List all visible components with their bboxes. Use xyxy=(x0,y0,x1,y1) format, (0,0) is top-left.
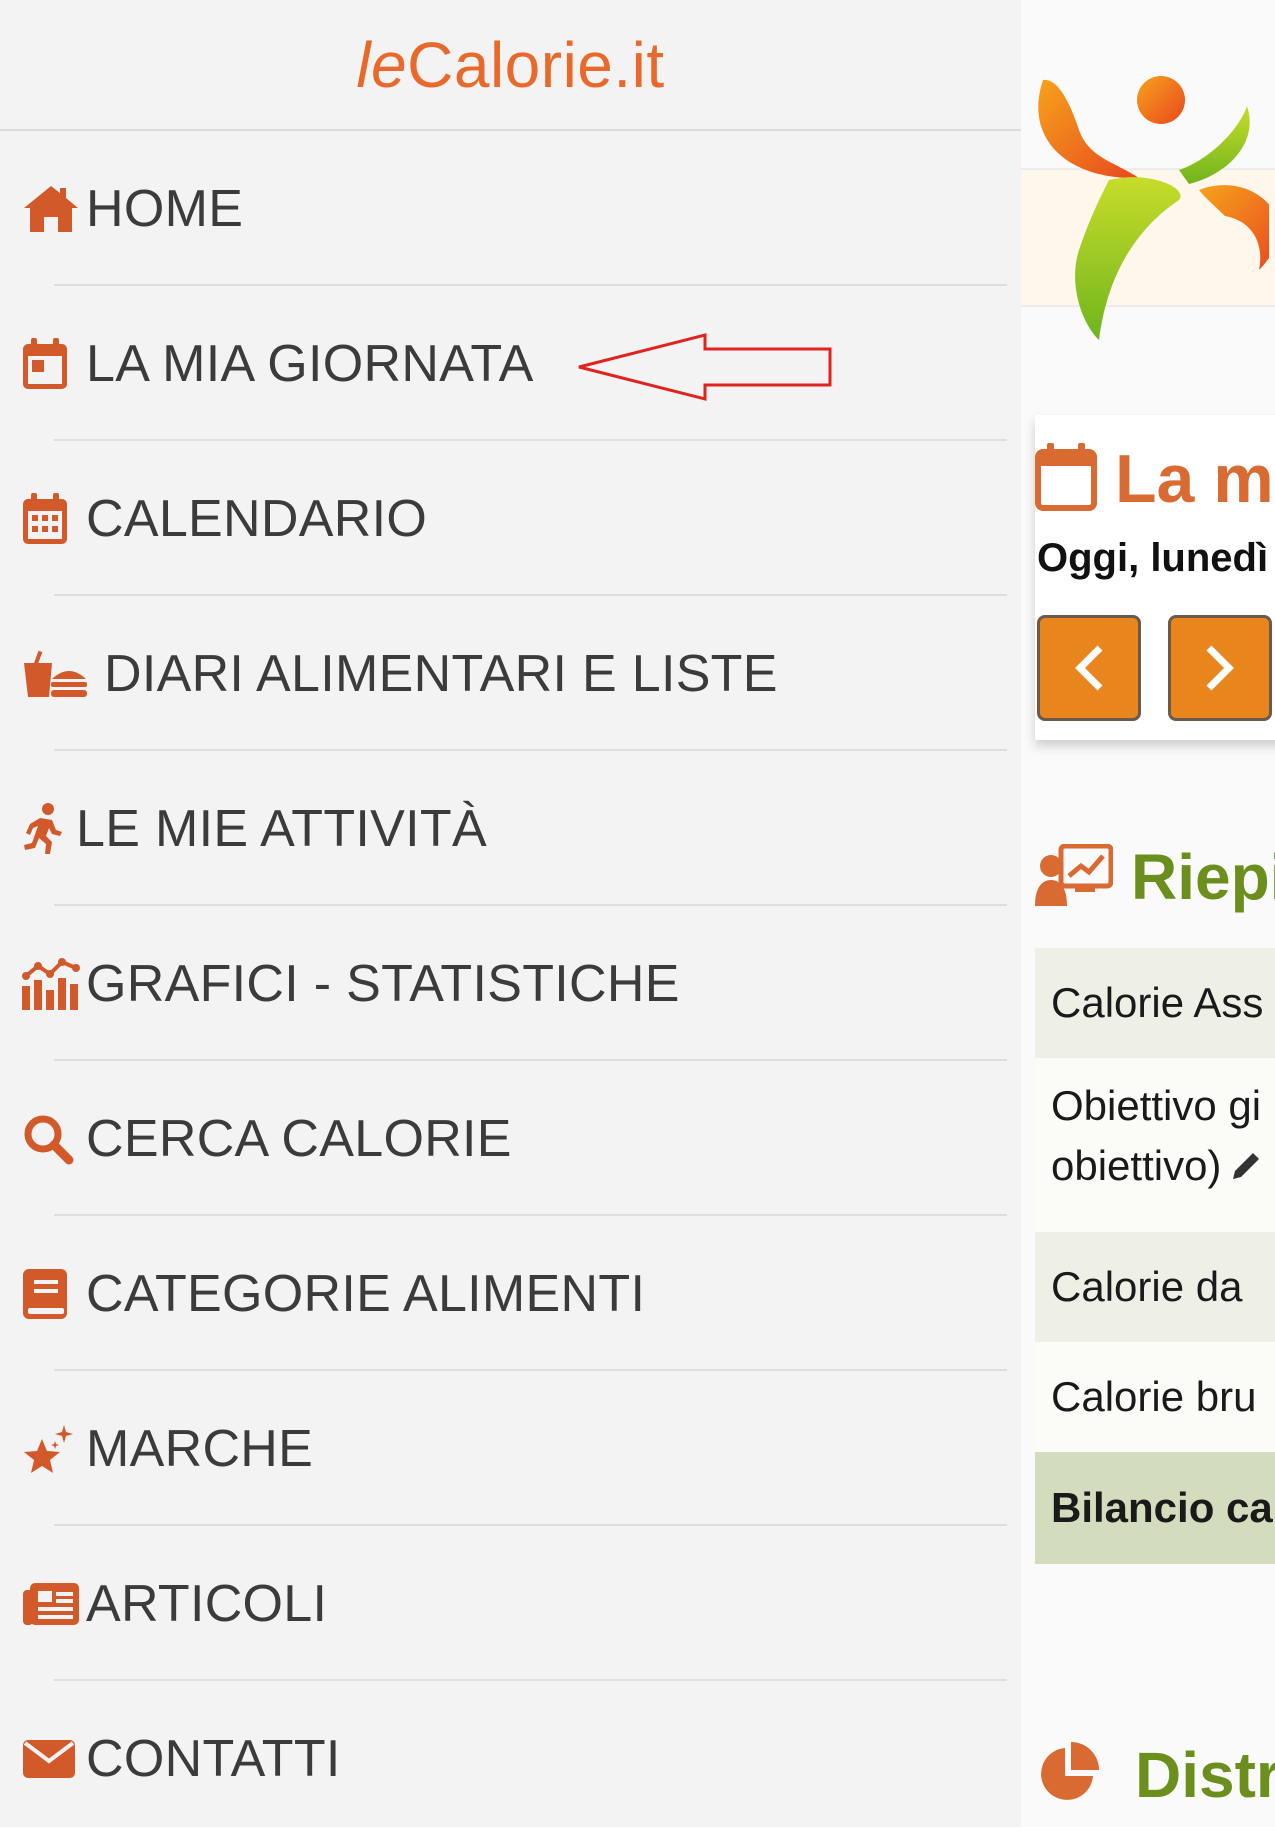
menu-label-categorie-alimenti: CATEGORIE ALIMENTI xyxy=(86,1264,646,1323)
menu-label-home: HOME xyxy=(86,179,244,238)
book-icon xyxy=(22,1264,82,1324)
pencil-edit-icon[interactable] xyxy=(1229,1139,1263,1199)
menu-item-home[interactable]: HOME xyxy=(0,131,1021,286)
menu-item-le-mie-attivita[interactable]: LE MIE ATTIVITÀ xyxy=(0,751,1021,906)
chevron-left-icon xyxy=(1075,645,1103,691)
previous-day-button[interactable] xyxy=(1037,615,1141,721)
menu-item-contatti[interactable]: CONTATTI xyxy=(0,1681,1021,1836)
menu-label-articoli: ARTICOLI xyxy=(86,1574,328,1633)
summary-row-obiettivo-line1: Obiettivo gi xyxy=(1051,1082,1262,1129)
running-icon xyxy=(22,799,72,859)
menu-item-marche[interactable]: MARCHE xyxy=(0,1371,1021,1526)
envelope-icon xyxy=(22,1729,82,1789)
brand-logo-text[interactable]: leCalorie.it xyxy=(356,28,664,102)
search-icon xyxy=(22,1109,82,1169)
summary-table: Calorie Ass Obiettivo gi obiettivo) Calo… xyxy=(1035,948,1275,1564)
brand-header: leCalorie.it xyxy=(0,0,1021,131)
menu-label-calendario: CALENDARIO xyxy=(86,489,428,548)
menu-label-le-mie-attivita: LE MIE ATTIVITÀ xyxy=(76,799,487,858)
menu-item-la-mia-giornata[interactable]: LA MIA GIORNATA xyxy=(0,286,1021,441)
summary-row-obiettivo-line2-wrap: obiettivo) xyxy=(1051,1136,1275,1199)
pie-chart-icon xyxy=(1037,1741,1099,1809)
calendar-outline-icon xyxy=(1035,442,1097,516)
menu-label-cerca-calorie: CERCA CALORIE xyxy=(86,1109,512,1168)
menu-item-calendario[interactable]: CALENDARIO xyxy=(0,441,1021,596)
menu-item-cerca-calorie[interactable]: CERCA CALORIE xyxy=(0,1061,1021,1216)
summary-row-calorie-da: Calorie da xyxy=(1035,1232,1275,1342)
menu-label-la-mia-giornata: LA MIA GIORNATA xyxy=(86,334,534,393)
site-logo xyxy=(1038,76,1269,340)
menu-item-categorie-alimenti[interactable]: CATEGORIE ALIMENTI xyxy=(0,1216,1021,1371)
annotation-arrow xyxy=(578,333,832,401)
summary-row-bilancio: Bilancio ca xyxy=(1035,1452,1275,1564)
summary-row-obiettivo: Obiettivo gi obiettivo) xyxy=(1035,1058,1275,1232)
summary-row-calorie-bruciate: Calorie bru xyxy=(1035,1342,1275,1452)
food-icon xyxy=(22,644,100,704)
distribution-title-text: Distr xyxy=(1135,1739,1275,1811)
main-content: La m Oggi, lunedì Riepi Calorie Ass Obie… xyxy=(1021,0,1275,1827)
navigation-drawer: leCalorie.it HOME LA MIA GIORNATA CALEND… xyxy=(0,0,1021,1827)
chart-icon xyxy=(22,954,82,1014)
page-title: La m xyxy=(1035,440,1274,518)
menu-label-marche: MARCHE xyxy=(86,1419,314,1478)
summary-presentation-icon xyxy=(1035,843,1114,911)
hero-banner xyxy=(1021,0,1275,340)
menu-item-articoli[interactable]: ARTICOLI xyxy=(0,1526,1021,1681)
menu-item-grafici[interactable]: GRAFICI - STATISTICHE xyxy=(0,906,1021,1061)
star-icon xyxy=(22,1419,82,1479)
menu-label-grafici: GRAFICI - STATISTICHE xyxy=(86,954,680,1013)
main-menu: HOME LA MIA GIORNATA CALENDARIO DIARI AL… xyxy=(0,131,1021,1836)
next-day-button[interactable] xyxy=(1168,615,1272,721)
menu-label-contatti: CONTATTI xyxy=(86,1729,341,1788)
calendar-icon xyxy=(22,489,82,549)
chevron-right-icon xyxy=(1206,645,1234,691)
distribution-section-title: Distr xyxy=(1037,1738,1275,1812)
summary-section-title: Riepi xyxy=(1035,840,1275,914)
menu-label-diari-alimentari: DIARI ALIMENTARI E LISTE xyxy=(104,644,778,703)
page-title-text: La m xyxy=(1115,441,1274,517)
summary-row-obiettivo-line2: obiettivo) xyxy=(1051,1142,1222,1189)
home-icon xyxy=(22,179,82,239)
menu-item-diari-alimentari[interactable]: DIARI ALIMENTARI E LISTE xyxy=(0,596,1021,751)
summary-title-text: Riepi xyxy=(1131,841,1275,913)
current-date: Oggi, lunedì xyxy=(1037,536,1269,580)
newspaper-icon xyxy=(22,1574,82,1634)
calendar-day-icon xyxy=(22,334,82,394)
summary-row-calorie-assunte: Calorie Ass xyxy=(1035,948,1275,1058)
